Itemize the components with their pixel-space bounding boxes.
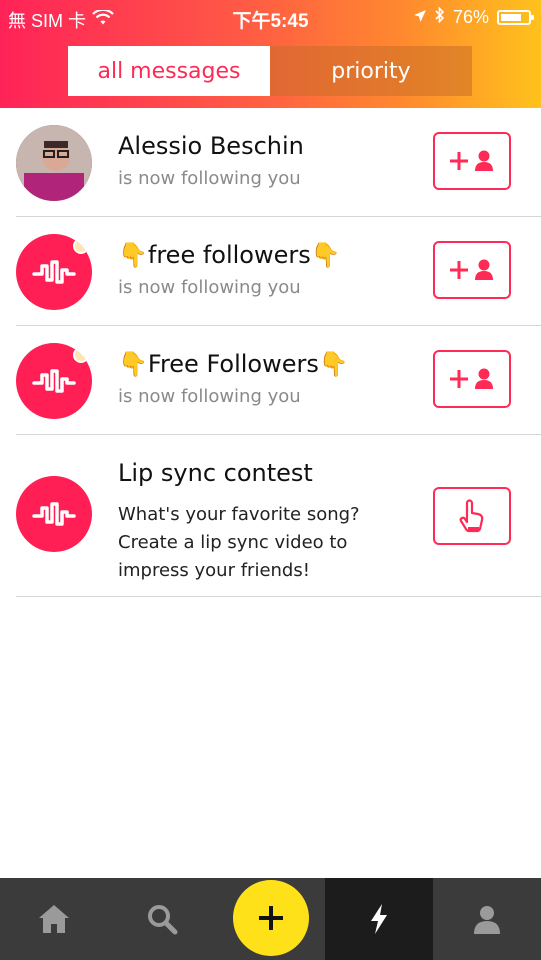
message-title: Alessio Beschin bbox=[118, 132, 304, 160]
tap-hand-icon bbox=[459, 499, 484, 533]
message-title: Lip sync contest bbox=[118, 459, 313, 487]
list-item[interactable]: Lip sync contest What's your favorite so… bbox=[16, 435, 541, 597]
avatar[interactable] bbox=[16, 343, 92, 419]
bottom-nav bbox=[0, 878, 541, 960]
nav-notifications[interactable] bbox=[324, 878, 433, 960]
message-title: 👇Free Followers👇 bbox=[118, 350, 349, 378]
crown-badge bbox=[73, 347, 89, 363]
follow-back-button[interactable] bbox=[433, 132, 511, 190]
avatar[interactable] bbox=[16, 234, 92, 310]
message-subtitle: is now following you bbox=[118, 277, 301, 298]
musically-logo-icon bbox=[32, 502, 76, 526]
avatar[interactable] bbox=[16, 125, 92, 201]
add-user-icon bbox=[450, 368, 493, 389]
search-icon bbox=[148, 905, 178, 935]
status-bar: 無 SIM 卡 下午5:45 76% bbox=[0, 0, 541, 36]
lightning-icon bbox=[370, 904, 387, 934]
list-item[interactable]: Alessio Beschin is now following you bbox=[16, 108, 541, 217]
crown-badge bbox=[73, 238, 89, 254]
header: 無 SIM 卡 下午5:45 76% all messages priority bbox=[0, 0, 541, 108]
add-icon bbox=[258, 906, 283, 930]
message-subtitle: is now following you bbox=[118, 386, 301, 407]
add-user-icon bbox=[450, 150, 493, 171]
battery-fill bbox=[501, 14, 521, 21]
tab-all-messages[interactable]: all messages bbox=[68, 46, 270, 96]
follow-back-button[interactable] bbox=[433, 350, 511, 408]
message-filter-tabs: all messages priority bbox=[68, 46, 472, 96]
battery-icon bbox=[497, 10, 534, 25]
nav-search[interactable] bbox=[108, 878, 216, 960]
user-photo-icon bbox=[16, 125, 92, 201]
battery-percent: 76% bbox=[452, 7, 489, 27]
list-item[interactable]: 👇Free Followers👇 is now following you bbox=[16, 326, 541, 435]
avatar[interactable] bbox=[16, 476, 92, 552]
nav-add[interactable] bbox=[216, 878, 324, 960]
nav-home[interactable] bbox=[0, 878, 108, 960]
add-user-icon bbox=[450, 259, 493, 280]
location-icon bbox=[413, 7, 427, 28]
message-title: 👇free followers👇 bbox=[118, 241, 341, 269]
profile-icon bbox=[473, 906, 500, 934]
nav-profile[interactable] bbox=[433, 878, 541, 960]
tab-priority[interactable]: priority bbox=[270, 46, 472, 96]
home-icon bbox=[39, 905, 70, 933]
message-subtitle: is now following you bbox=[118, 168, 301, 189]
add-button[interactable] bbox=[232, 880, 309, 956]
battery-tip bbox=[531, 15, 534, 20]
app-screen: 無 SIM 卡 下午5:45 76% all messages priority… bbox=[0, 0, 541, 960]
tap-button[interactable] bbox=[433, 487, 511, 545]
list-item[interactable]: 👇free followers👇 is now following you bbox=[16, 217, 541, 326]
message-list: Alessio Beschin is now following you 👇fr… bbox=[0, 108, 541, 597]
message-description: What's your favorite song? Create a lip … bbox=[118, 504, 360, 581]
status-right: 76% bbox=[413, 6, 534, 28]
follow-back-button[interactable] bbox=[433, 241, 511, 299]
bluetooth-icon bbox=[435, 6, 445, 28]
